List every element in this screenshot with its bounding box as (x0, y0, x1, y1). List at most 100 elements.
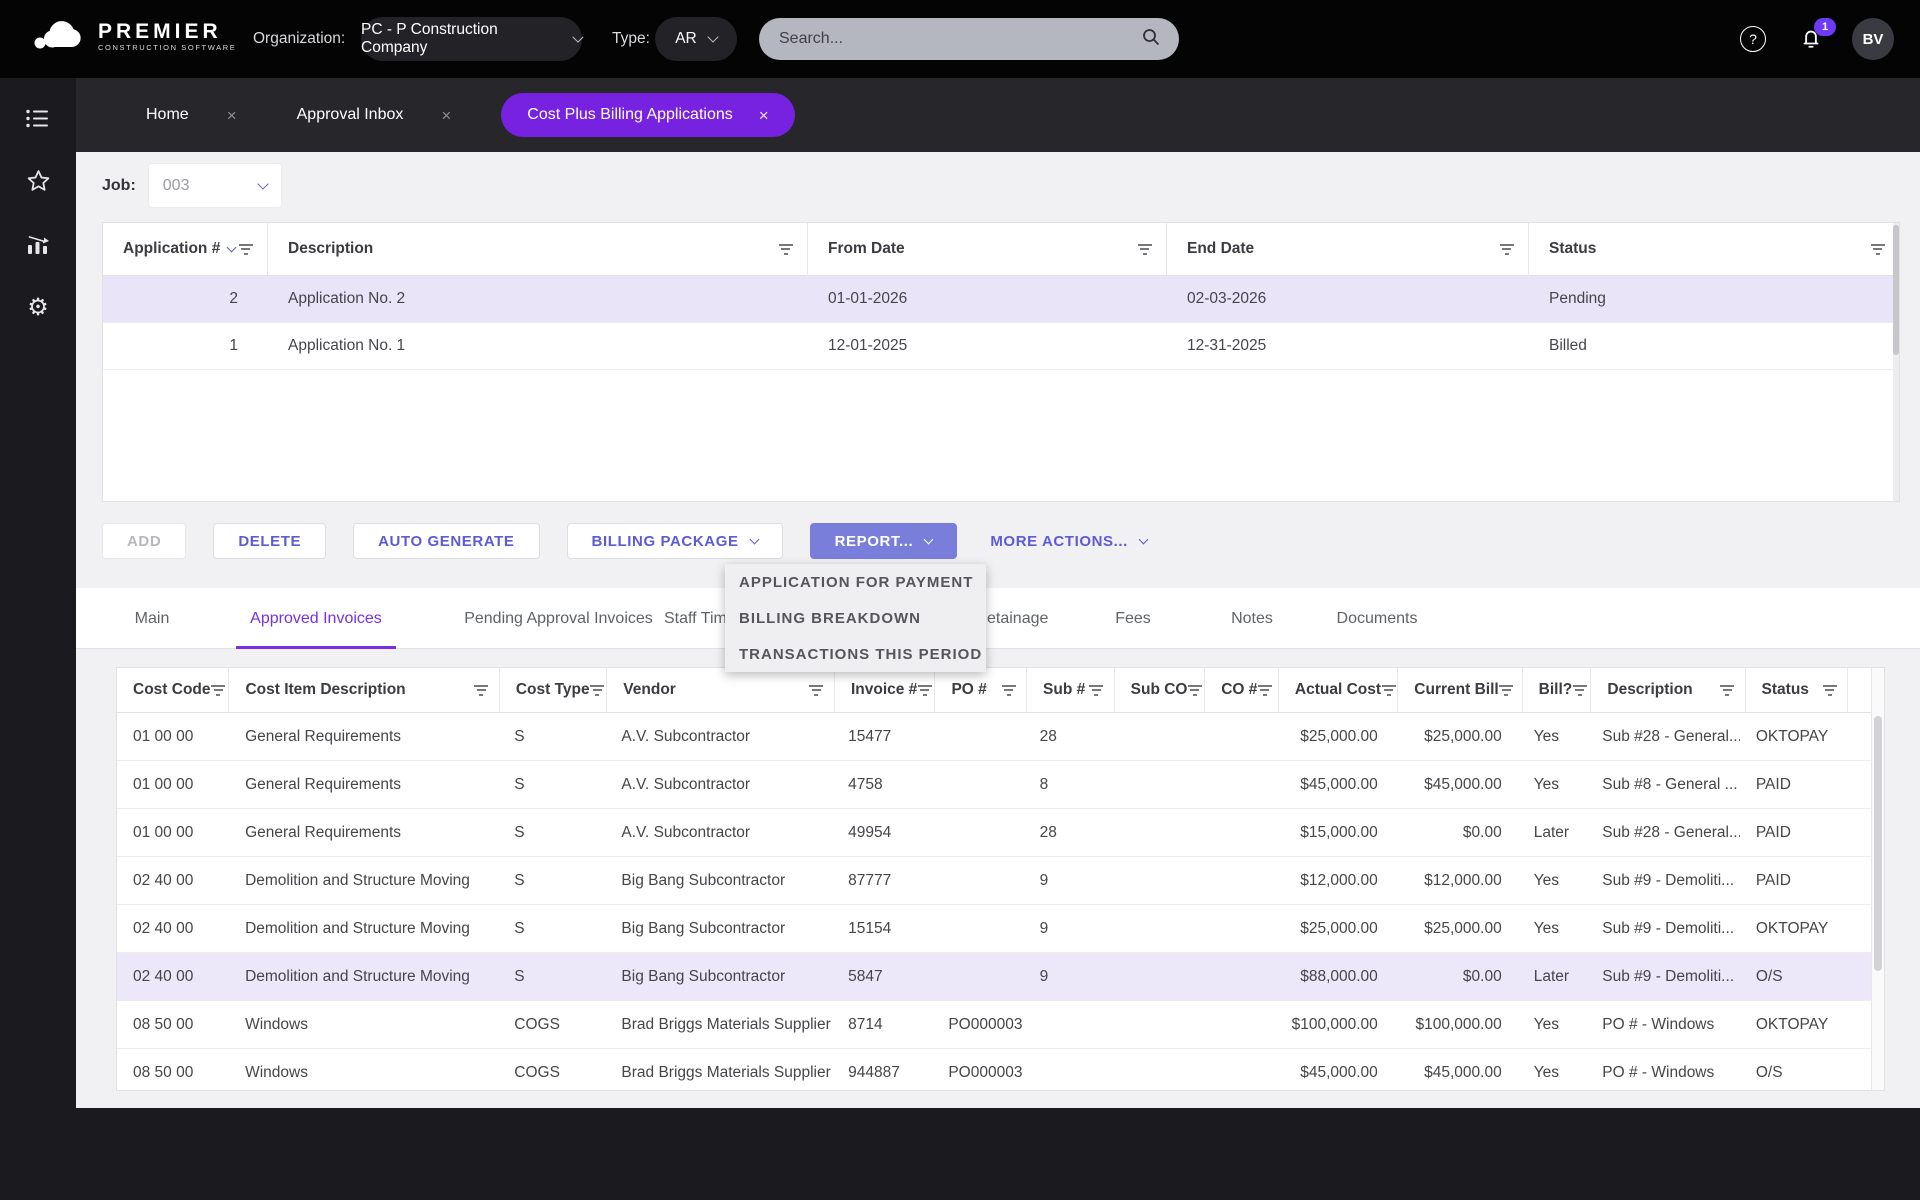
close-icon[interactable]: × (759, 107, 769, 124)
tab-home-label: Home (146, 106, 189, 124)
menu-item-application-for-payment[interactable]: APPLICATION FOR PAYMENT (725, 564, 986, 600)
column-current-bill[interactable]: Current Bill (1398, 668, 1522, 712)
cell-status: PAID (1740, 809, 1842, 856)
cell-cost-type: S (498, 953, 605, 1000)
favorites-star-icon[interactable] (25, 168, 51, 194)
tab-fees[interactable]: Fees (1095, 588, 1171, 649)
filter-icon[interactable] (1822, 685, 1837, 696)
table-row[interactable]: 2 Application No. 2 01-01-2026 02-03-202… (103, 276, 1899, 323)
tab-main[interactable]: Main (112, 588, 192, 649)
close-icon[interactable]: × (441, 107, 451, 124)
tab-retainage[interactable]: etainage (987, 588, 1057, 649)
filter-icon[interactable] (1089, 685, 1104, 696)
tab-pending-approval-invoices[interactable]: Pending Approval Invoices (441, 588, 676, 649)
filter-icon[interactable] (1001, 685, 1016, 696)
filter-icon[interactable] (211, 685, 226, 696)
column-actual-cost[interactable]: Actual Cost (1279, 668, 1398, 712)
column-bill[interactable]: Bill? (1523, 668, 1592, 712)
cell-status: Pending (1529, 276, 1899, 322)
add-button[interactable]: ADD (102, 523, 186, 559)
column-sub-co[interactable]: Sub CO (1115, 668, 1206, 712)
table-row[interactable]: 01 00 00 General Requirements S A.V. Sub… (117, 713, 1874, 761)
settings-gear-icon[interactable]: ⚙ (25, 294, 51, 320)
cell-sub-co (1111, 857, 1201, 904)
filter-icon[interactable] (474, 685, 489, 696)
filter-icon[interactable] (1572, 685, 1587, 696)
vertical-scrollbar[interactable] (1893, 223, 1899, 501)
organization-select[interactable]: PC - P Construction Company (361, 17, 582, 61)
tab-approval-inbox[interactable]: Approval Inbox × (287, 106, 462, 124)
filter-icon[interactable] (1137, 244, 1152, 255)
analytics-chart-icon[interactable] (25, 231, 51, 257)
column-description[interactable]: Description (268, 223, 808, 275)
search-bar[interactable] (759, 18, 1179, 60)
filter-icon[interactable] (809, 685, 824, 696)
column-vendor[interactable]: Vendor (607, 668, 835, 712)
scrollbar-thumb[interactable] (1893, 225, 1899, 355)
table-row[interactable]: 02 40 00 Demolition and Structure Moving… (117, 857, 1874, 905)
close-icon[interactable]: × (227, 107, 237, 124)
filter-icon[interactable] (917, 685, 932, 696)
list-menu-icon[interactable] (25, 105, 51, 131)
table-row[interactable]: 08 50 00 Windows COGS Brad Briggs Materi… (117, 1049, 1874, 1091)
tab-cost-plus-billing-applications[interactable]: Cost Plus Billing Applications × (501, 93, 794, 137)
table-row[interactable]: 02 40 00 Demolition and Structure Moving… (117, 905, 1874, 953)
menu-item-billing-breakdown[interactable]: BILLING BREAKDOWN (725, 600, 986, 636)
tab-documents[interactable]: Documents (1334, 588, 1420, 649)
search-icon[interactable] (1141, 27, 1161, 52)
job-select[interactable]: 003 (148, 163, 282, 208)
filter-icon[interactable] (590, 685, 605, 696)
tab-staff-time[interactable]: Staff Tim (664, 588, 734, 649)
report-button[interactable]: REPORT... (810, 523, 958, 559)
auto-generate-button[interactable]: AUTO GENERATE (353, 523, 539, 559)
sort-chevron-icon[interactable] (227, 243, 237, 253)
column-from-date[interactable]: From Date (808, 223, 1167, 275)
column-invoice-no[interactable]: Invoice # (835, 668, 936, 712)
filter-icon[interactable] (1499, 244, 1514, 255)
table-row-selected[interactable]: 02 40 00 Demolition and Structure Moving… (117, 953, 1874, 1001)
cell-cost-code: 01 00 00 (117, 809, 229, 856)
table-row[interactable]: 08 50 00 Windows COGS Brad Briggs Materi… (117, 1001, 1874, 1049)
filter-icon[interactable] (1381, 685, 1396, 696)
type-select[interactable]: AR (655, 17, 737, 61)
filter-icon[interactable] (1720, 685, 1735, 696)
tab-home[interactable]: Home × (136, 106, 247, 124)
table-row[interactable]: 01 00 00 General Requirements S A.V. Sub… (117, 761, 1874, 809)
tab-notes[interactable]: Notes (1214, 588, 1290, 649)
column-sub-no[interactable]: Sub # (1027, 668, 1115, 712)
column-po-no[interactable]: PO # (935, 668, 1027, 712)
filter-icon[interactable] (1870, 244, 1885, 255)
filter-icon[interactable] (238, 244, 253, 255)
vertical-scrollbar[interactable] (1871, 668, 1884, 1090)
column-status[interactable]: Status (1746, 668, 1849, 712)
column-cost-code[interactable]: Cost Code (117, 668, 229, 712)
cell-vendor: A.V. Subcontractor (605, 713, 832, 760)
column-cost-item-description[interactable]: Cost Item Description (229, 668, 499, 712)
cell-spacer (1842, 857, 1874, 904)
notifications-bell-icon[interactable]: 1 (1798, 24, 1828, 54)
table-row[interactable]: 01 00 00 General Requirements S A.V. Sub… (117, 809, 1874, 857)
filter-icon[interactable] (1499, 685, 1514, 696)
table-row[interactable]: 1 Application No. 1 12-01-2025 12-31-202… (103, 323, 1899, 370)
search-input[interactable] (777, 29, 1141, 49)
column-cost-type[interactable]: Cost Type (500, 668, 607, 712)
help-icon[interactable]: ? (1740, 26, 1766, 52)
report-dropdown-menu: APPLICATION FOR PAYMENT BILLING BREAKDOW… (725, 564, 986, 672)
column-application-no[interactable]: Application # (103, 223, 268, 275)
column-end-date[interactable]: End Date (1167, 223, 1529, 275)
billing-package-button[interactable]: BILLING PACKAGE (567, 523, 783, 559)
filter-icon[interactable] (778, 244, 793, 255)
scrollbar-thumb[interactable] (1874, 716, 1882, 971)
cell-cost-code: 08 50 00 (117, 1001, 229, 1048)
avatar[interactable]: BV (1852, 18, 1894, 60)
column-description[interactable]: Description (1591, 668, 1745, 712)
column-co-no[interactable]: CO # (1205, 668, 1279, 712)
filter-icon[interactable] (1257, 685, 1272, 696)
type-value: AR (675, 30, 697, 48)
filter-icon[interactable] (1187, 685, 1202, 696)
menu-item-transactions-this-period[interactable]: TRANSACTIONS THIS PERIOD (725, 636, 986, 672)
delete-button[interactable]: DELETE (213, 523, 326, 559)
column-status[interactable]: Status (1529, 223, 1899, 275)
tab-approved-invoices[interactable]: Approved Invoices (236, 588, 396, 649)
more-actions-button[interactable]: MORE ACTIONS... (984, 523, 1153, 559)
